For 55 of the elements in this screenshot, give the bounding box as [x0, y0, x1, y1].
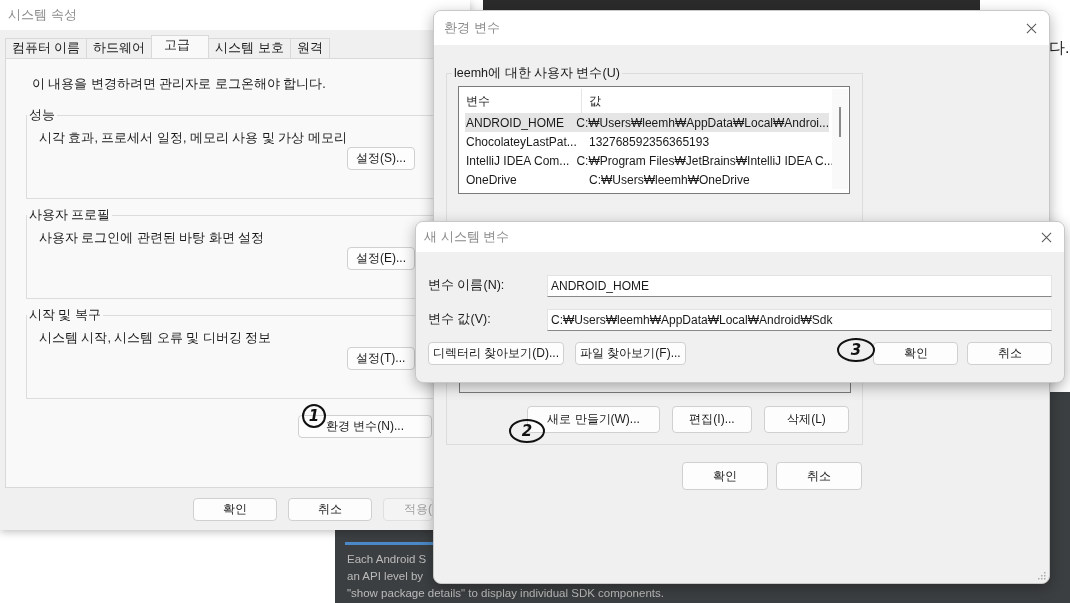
settings-button[interactable]: 설정(S)... — [347, 147, 415, 170]
window-title: 새 시스템 변수 — [424, 228, 510, 246]
table-cell: IntelliJ IDEA Com... — [465, 153, 570, 168]
field-label: 변수 값(V): — [428, 311, 492, 328]
dialog-button[interactable]: 확인 — [873, 342, 958, 365]
dialog-button[interactable]: 취소 — [776, 462, 862, 490]
tab[interactable]: 컴퓨터 이름 — [5, 38, 88, 58]
description-line: an API level by — [347, 569, 425, 584]
handwritten-mark: 3 — [837, 338, 875, 362]
group-description: 사용자 로그인에 관련된 바탕 화면 설정 — [39, 230, 265, 247]
table-cell-text: C:₩Program Files₩JetBrains₩IntelliJ IDEA C... — [575, 153, 834, 168]
notice-text: 이 내용을 변경하려면 관리자로 로그온해야 합니다. — [32, 76, 327, 93]
table-row[interactable]: OneDrive C:₩Users₩leemh₩OneDrive — [465, 170, 829, 189]
tab[interactable]: 원격 — [289, 38, 330, 58]
list-button[interactable]: 편집(I)... — [672, 406, 752, 433]
table-cell-text: ChocolateyLastPat... — [465, 134, 578, 149]
dialog-button[interactable]: 확인 — [682, 462, 768, 490]
close-icon[interactable] — [1041, 231, 1052, 243]
browse-button[interactable]: 디렉터리 찾아보기(D)... — [428, 342, 564, 365]
group-title: 사용자 프로필 — [28, 207, 112, 224]
settings-button[interactable]: 설정(T)... — [347, 347, 415, 370]
table-row[interactable]: ANDROID_HOME C:₩Users₩leemh₩AppData₩Local₩Androi... — [465, 113, 829, 132]
group-description: 시스템 시작, 시스템 오류 및 디버깅 정보 — [39, 330, 272, 347]
column-header[interactable]: 값 — [582, 89, 601, 113]
window-title: 환경 변수 — [444, 19, 500, 37]
scrollbar[interactable] — [832, 89, 848, 189]
scroll-thumb[interactable] — [839, 107, 841, 137]
close-icon[interactable] — [1026, 22, 1037, 34]
table-cell-text: ANDROID_HOME — [465, 115, 565, 130]
group-title: 시작 및 복구 — [28, 307, 102, 324]
table-cell-text: C:₩Users₩leemh₩AppData₩Local₩Androi... — [575, 115, 829, 130]
dialog-button[interactable]: 확인 — [193, 498, 277, 521]
input-field[interactable]: ANDROID_HOME — [547, 274, 1052, 297]
field-label: 변수 이름(N): — [428, 277, 506, 294]
background-text: 다. — [1049, 38, 1070, 58]
description-line: Each Android S — [347, 552, 428, 567]
browse-button[interactable]: 파일 찾아보기(F)... — [575, 342, 686, 365]
settings-button[interactable]: 설정(E)... — [347, 247, 415, 270]
list-button[interactable]: 삭제(L) — [764, 406, 849, 433]
table-row[interactable]: ChocolateyLastPat... 132768592356365193 — [465, 132, 829, 151]
input-field[interactable]: C:₩Users₩leemh₩AppData₩Local₩Android₩Sdk — [547, 308, 1052, 331]
tab[interactable]: 고급 — [151, 35, 210, 58]
window-title: 시스템 속성 — [8, 6, 77, 24]
group-title: 성능 — [28, 107, 56, 124]
handwritten-mark: 1 — [302, 404, 326, 428]
table-cell-text: OneDrive — [465, 172, 518, 187]
handwritten-mark: 2 — [509, 419, 545, 443]
table-cell-text: 132768592356365193 — [588, 134, 710, 149]
table-cell-text: C:₩Users₩leemh₩OneDrive — [588, 172, 750, 187]
description-line: "show package details" to display individual SDK components. — [347, 586, 664, 601]
resize-grip-icon[interactable] — [1038, 572, 1046, 580]
group-title: leemh에 대한 사용자 변수(U) — [453, 65, 621, 82]
group-description: 시각 효과, 프로세서 일정, 메모리 사용 및 가상 메모리 — [39, 130, 347, 147]
dialog-button[interactable]: 취소 — [967, 342, 1052, 365]
dialog-button[interactable]: 취소 — [288, 498, 372, 521]
